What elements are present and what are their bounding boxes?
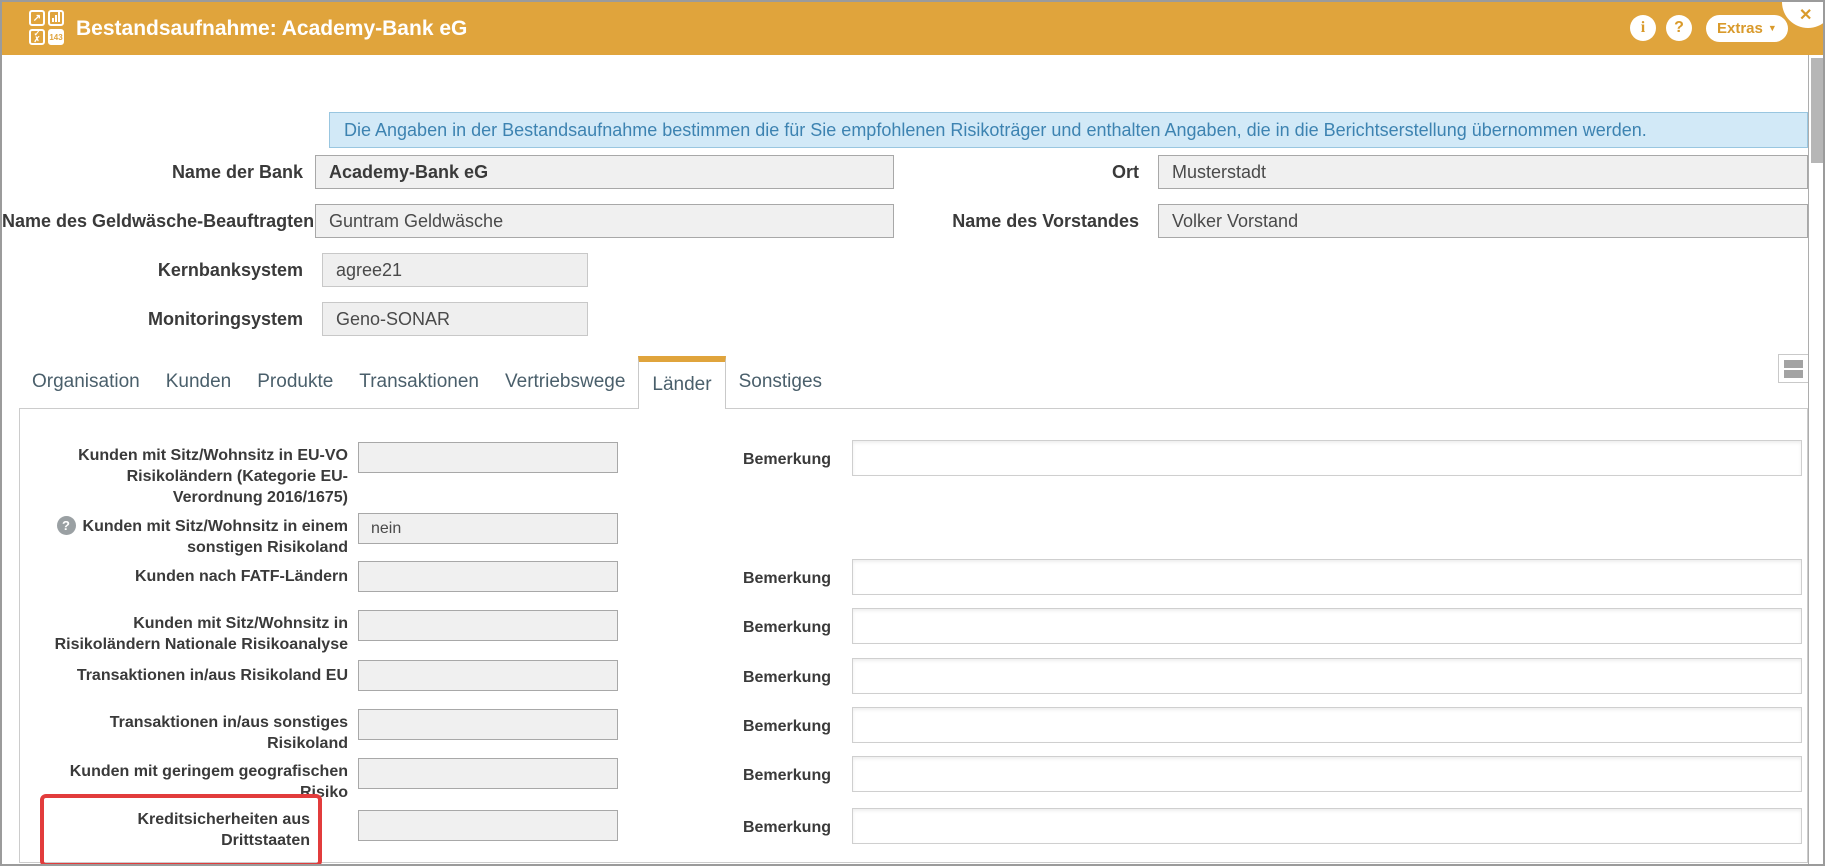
logo-badge-143: 143 bbox=[48, 29, 64, 45]
label-vorstand: Name des Vorstandes bbox=[838, 204, 1139, 238]
ort-field[interactable] bbox=[1158, 155, 1808, 189]
geringes-geografisches-risiko-field[interactable] bbox=[358, 758, 618, 789]
label-eu-vo-risikolaender: Kunden mit Sitz/Wohnsitz in EU-VO Risiko… bbox=[48, 442, 348, 508]
nationale-risikoanalyse-field[interactable] bbox=[358, 610, 618, 641]
logo-check-x-icon: ✓✗ bbox=[29, 29, 45, 45]
transaktionen-sonstiges-field[interactable] bbox=[358, 709, 618, 740]
bemerkung-transaktionen-sonstiges-field[interactable] bbox=[852, 707, 1802, 743]
tab-laender[interactable]: Länder bbox=[638, 356, 725, 409]
bemerkung-eu-vo-field[interactable] bbox=[852, 440, 1802, 476]
label-bemerkung-1: Bemerkung bbox=[618, 442, 831, 470]
label-bemerkung-4: Bemerkung bbox=[618, 610, 831, 638]
page-title: Bestandsaufnahme: Academy-Bank eG bbox=[76, 2, 467, 55]
sonstiges-risikoland-field[interactable] bbox=[358, 513, 618, 544]
geldwaesche-beauftragter-field[interactable] bbox=[315, 204, 894, 238]
fatf-laender-field[interactable] bbox=[358, 561, 618, 592]
app-logo: ↗ ✓✗ 143 bbox=[29, 10, 64, 45]
tab-organisation[interactable]: Organisation bbox=[19, 356, 153, 408]
content-right-divider bbox=[1808, 55, 1809, 865]
info-notice: Die Angaben in der Bestandsaufnahme best… bbox=[329, 112, 1808, 148]
tab-vertriebswege[interactable]: Vertriebswege bbox=[492, 356, 638, 408]
label-monitoringsystem: Monitoringsystem bbox=[2, 302, 303, 336]
kernbanksystem-field[interactable] bbox=[322, 253, 588, 287]
label-bemerkung-6: Bemerkung bbox=[618, 709, 831, 737]
name-der-bank-field[interactable] bbox=[315, 155, 894, 189]
tab-sonstiges[interactable]: Sonstiges bbox=[726, 356, 835, 408]
tab-bar: Organisation Kunden Produkte Transaktion… bbox=[19, 356, 835, 408]
vorstand-field[interactable] bbox=[1158, 204, 1808, 238]
label-transaktionen-sonstiges-risikoland: Transaktionen in/aus sonstiges Risikolan… bbox=[48, 709, 348, 754]
label-name-der-bank: Name der Bank bbox=[2, 155, 303, 189]
laender-tab-panel: Kunden mit Sitz/Wohnsitz in EU-VO Risiko… bbox=[19, 408, 1808, 863]
bemerkung-geringes-risiko-field[interactable] bbox=[852, 756, 1802, 792]
transaktionen-risikoland-eu-field[interactable] bbox=[358, 660, 618, 691]
header-bar: ↗ ✓✗ 143 Bestandsaufnahme: Academy-Bank … bbox=[2, 2, 1823, 55]
red-highlight-annotation: Kreditsicherheiten aus Drittstaaten bbox=[40, 794, 322, 866]
label-bemerkung-7: Bemerkung bbox=[618, 758, 831, 786]
tab-kunden[interactable]: Kunden bbox=[153, 356, 245, 408]
help-button[interactable]: ? bbox=[1666, 15, 1692, 41]
logo-barchart-icon bbox=[48, 10, 64, 26]
app-window: ↗ ✓✗ 143 Bestandsaufnahme: Academy-Bank … bbox=[0, 0, 1825, 866]
monitoringsystem-field[interactable] bbox=[322, 302, 588, 336]
bemerkung-kreditsicherheiten-field[interactable] bbox=[852, 808, 1802, 844]
chevron-down-icon: ▼ bbox=[1768, 23, 1777, 33]
label-bemerkung-8: Bemerkung bbox=[618, 810, 831, 838]
eu-vo-risikolaender-field[interactable] bbox=[358, 442, 618, 473]
bemerkung-fatf-field[interactable] bbox=[852, 559, 1802, 595]
list-view-toggle-button[interactable] bbox=[1778, 354, 1809, 383]
bemerkung-transaktionen-eu-field[interactable] bbox=[852, 658, 1802, 694]
info-button[interactable]: i bbox=[1630, 15, 1656, 41]
close-icon[interactable]: ✕ bbox=[1799, 5, 1812, 25]
kreditsicherheiten-field[interactable] bbox=[358, 810, 618, 841]
label-fatf-laender: Kunden nach FATF-Ländern bbox=[48, 561, 348, 592]
label-bemerkung-3: Bemerkung bbox=[618, 561, 831, 589]
label-nationale-risikoanalyse: Kunden mit Sitz/Wohnsitz in Risikoländer… bbox=[48, 610, 348, 655]
vertical-scrollbar-thumb[interactable] bbox=[1811, 58, 1824, 163]
label-bemerkung-5: Bemerkung bbox=[618, 660, 831, 688]
bemerkung-nationale-field[interactable] bbox=[852, 608, 1802, 644]
label-ort: Ort bbox=[838, 155, 1139, 189]
label-transaktionen-risikoland-eu: Transaktionen in/aus Risikoland EU bbox=[48, 660, 348, 691]
tab-transaktionen[interactable]: Transaktionen bbox=[346, 356, 492, 408]
logo-arrow-icon: ↗ bbox=[29, 10, 45, 26]
label-kreditsicherheiten-drittstaaten: Kreditsicherheiten aus Drittstaaten bbox=[52, 809, 310, 851]
label-kernbanksystem: Kernbanksystem bbox=[2, 253, 303, 287]
label-sonstiges-risikoland: ?Kunden mit Sitz/Wohnsitz in einem sonst… bbox=[48, 513, 348, 558]
extras-menu-button[interactable]: Extras▼ bbox=[1706, 15, 1788, 42]
help-tooltip-icon[interactable]: ? bbox=[57, 516, 76, 535]
label-geldwaesche-beauftragter: Name des Geldwäsche-Beauftragten bbox=[2, 204, 303, 238]
tab-produkte[interactable]: Produkte bbox=[244, 356, 346, 408]
